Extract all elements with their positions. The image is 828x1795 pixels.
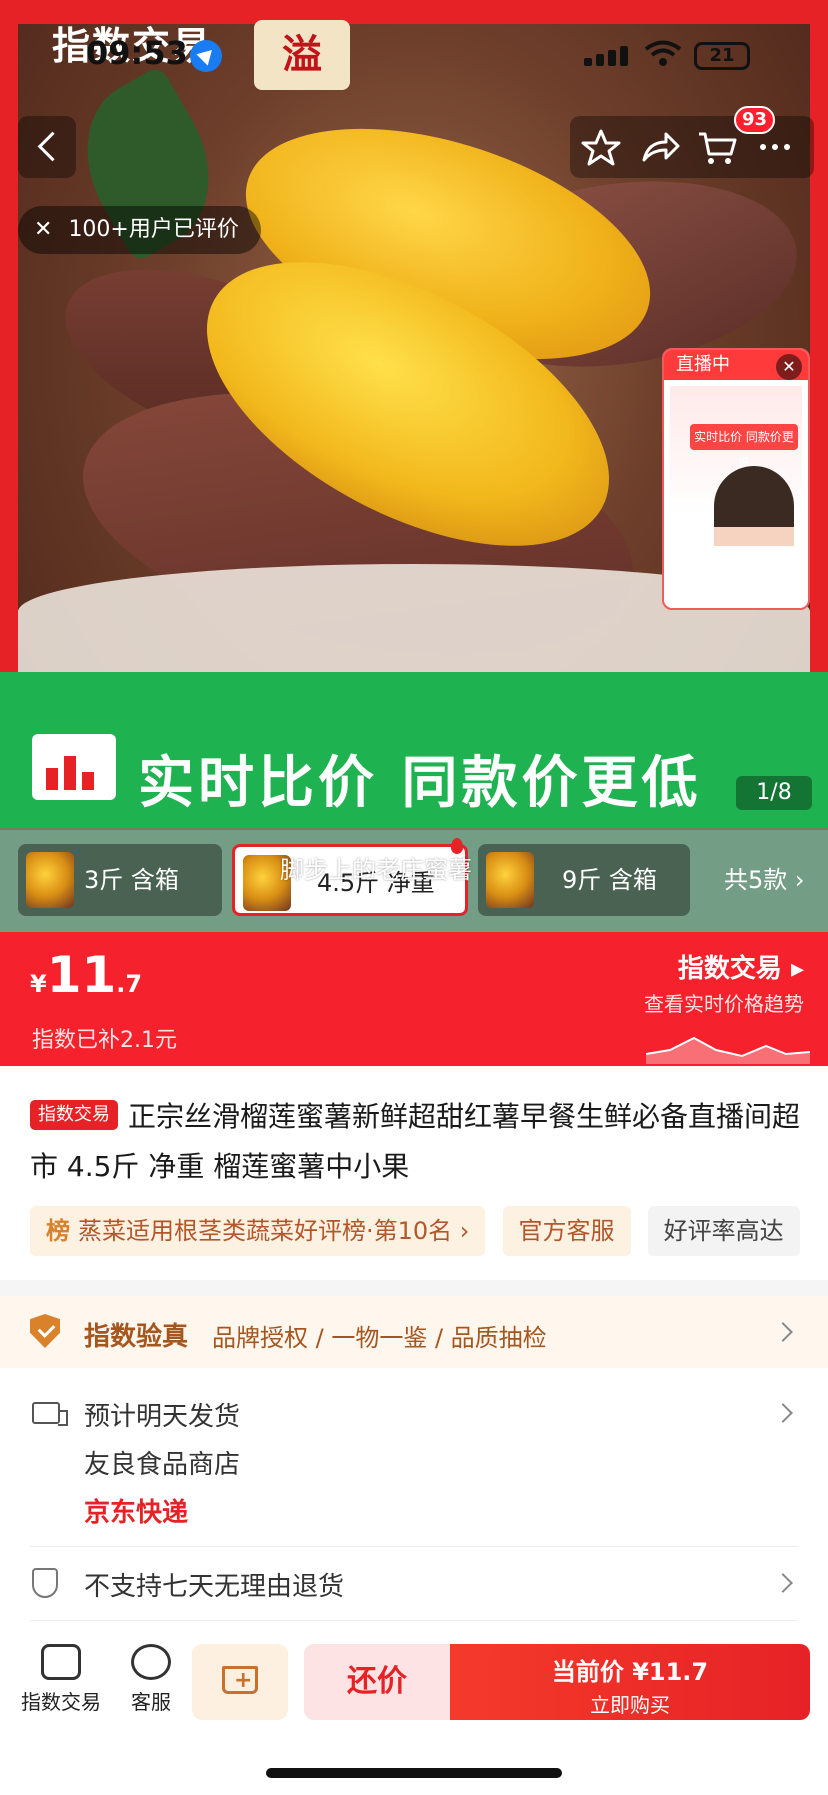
service-face-icon	[131, 1644, 171, 1680]
battery-icon: 21	[694, 42, 750, 70]
chevron-right-icon	[773, 1322, 793, 1342]
variant-option[interactable]: 9斤 含箱	[478, 844, 690, 916]
courier-name: 京东快递	[84, 1498, 189, 1528]
product-title-text: 正宗丝滑榴莲蜜薯新鲜超甜红薯早餐生鲜必备直播间超市 4.5斤 净重 榴莲蜜薯中小…	[30, 1100, 801, 1183]
chevron-right-icon	[773, 1403, 793, 1423]
status-time: 09:53	[86, 34, 188, 72]
divider	[30, 1546, 798, 1547]
customer-service-label: 客服	[131, 1690, 171, 1714]
bottom-action-bar: 指数交易 客服 + 还价 当前价 ¥11.7 立即购买	[0, 1628, 828, 1748]
star-icon[interactable]	[580, 126, 622, 168]
wifi-icon	[644, 40, 682, 66]
verify-row[interactable]: 指数验真 品牌授权 / 一物一鉴 / 品质抽检	[0, 1296, 828, 1368]
back-button[interactable]	[18, 116, 76, 178]
price-trend-sub[interactable]: 查看实时价格趋势	[644, 988, 804, 1017]
rating-tag[interactable]: 好评率高达	[647, 1206, 800, 1256]
variant-thumbnail	[486, 852, 534, 908]
image-page-counter: 1/8	[736, 776, 812, 810]
live-preview: 实时比价 同款价更低	[670, 386, 802, 608]
price-trend-chart	[646, 1036, 810, 1064]
ranking-text: 蒸菜适用根茎类蔬菜好评榜·第10名	[78, 1217, 453, 1245]
buy-price: 当前价 ¥11.7	[551, 1658, 709, 1686]
nav-actions	[570, 116, 814, 178]
section-separator	[0, 1280, 828, 1296]
live-host-avatar	[714, 466, 794, 608]
buy-label: 立即购买	[590, 1693, 670, 1717]
tag-row: 榜蒸菜适用根茎类蔬菜好评榜·第10名 › 官方客服 好评率高达	[30, 1206, 828, 1256]
store-icon	[41, 1644, 81, 1680]
variant-total-button[interactable]: 共5款 ›	[724, 844, 805, 916]
hero-image-area[interactable]: 指数交易 溢 09:53 21 93 ✕ 100+用户已评价 直播中 ✕ 实时比…	[0, 0, 828, 830]
index-trade-tab[interactable]: 指数交易	[16, 1644, 106, 1715]
live-sign: 实时比价 同款价更低	[690, 424, 798, 470]
reviews-text: 100+用户已评价	[68, 217, 239, 242]
live-stream-popup[interactable]: 直播中 ✕ 实时比价 同款价更低	[662, 348, 810, 610]
banner-text: 实时比价 同款价更低	[138, 751, 702, 816]
shipping-row[interactable]: 预计明天发货 友良食品商店 京东快递	[0, 1380, 828, 1540]
verify-title: 指数验真	[84, 1322, 189, 1352]
cellular-signal-icon	[584, 44, 634, 66]
cart-icon[interactable]	[696, 126, 738, 168]
chevron-right-icon	[773, 1573, 793, 1593]
divider	[30, 1620, 798, 1621]
verify-items: 品牌授权 / 一物一鉴 / 品质抽检	[212, 1324, 547, 1352]
price-trend-title: 指数交易	[677, 954, 782, 984]
customer-service-tab[interactable]: 客服	[106, 1644, 196, 1715]
brand-badge: 溢	[254, 20, 350, 90]
close-icon[interactable]: ✕	[34, 217, 52, 242]
price-compare-banner: 实时比价 同款价更低	[0, 672, 828, 828]
close-icon[interactable]: ✕	[776, 354, 802, 380]
price-currency: ¥	[30, 970, 47, 998]
bargain-button[interactable]: 还价	[304, 1644, 450, 1720]
price-band: ¥11.7 指数已补2.1元 指数交易 ▸ 查看实时价格趋势	[0, 932, 828, 1066]
index-trade-badge: 指数交易	[30, 1100, 118, 1130]
cart-count-badge: 93	[734, 106, 776, 134]
variant-total-label: 共5款	[724, 866, 788, 894]
shield-check-icon	[32, 1568, 58, 1598]
product-page: 指数交易 溢 09:53 21 93 ✕ 100+用户已评价 直播中 ✕ 实时比…	[0, 0, 828, 1795]
location-arrow-icon	[190, 40, 222, 72]
ranking-tag[interactable]: 榜蒸菜适用根茎类蔬菜好评榜·第10名 ›	[30, 1206, 486, 1256]
price-trend-link[interactable]: 指数交易 ▸	[678, 948, 804, 985]
verified-shield-icon	[30, 1314, 60, 1348]
add-to-cart-button[interactable]: +	[192, 1644, 288, 1720]
index-trade-label: 指数交易	[21, 1690, 101, 1714]
reviews-pill[interactable]: ✕ 100+用户已评价	[18, 206, 261, 254]
shop-name: 友良食品商店	[84, 1450, 241, 1480]
home-indicator	[266, 1768, 562, 1778]
variant-thumbnail	[26, 852, 74, 908]
price-integer: 11	[46, 946, 117, 1004]
overlay-caption: 脚步上的老庄蜜薯	[280, 856, 472, 884]
ship-estimate: 预计明天发货	[84, 1402, 241, 1432]
variant-option[interactable]: 3斤 含箱	[18, 844, 222, 916]
product-title: 指数交易 正宗丝滑榴莲蜜薯新鲜超甜红薯早餐生鲜必备直播间超市 4.5斤 净重 榴莲…	[30, 1092, 810, 1192]
ranking-prefix: 榜	[46, 1217, 70, 1245]
variant-label: 3斤 含箱	[84, 866, 179, 894]
return-policy-row[interactable]: 不支持七天无理由退货	[0, 1548, 828, 1618]
buy-now-button[interactable]: 当前价 ¥11.7 立即购买	[450, 1644, 810, 1720]
product-title-block: 指数交易 正宗丝滑榴莲蜜薯新鲜超甜红薯早餐生鲜必备直播间超市 4.5斤 净重 榴莲…	[30, 1092, 810, 1192]
official-service-tag[interactable]: 官方客服	[502, 1206, 631, 1256]
return-policy-text: 不支持七天无理由退货	[84, 1572, 345, 1602]
index-logo-icon	[32, 734, 116, 800]
truck-icon	[32, 1402, 68, 1426]
price-decimal: .7	[116, 970, 143, 998]
price: ¥11.7	[30, 946, 142, 1004]
subsidy-text: 指数已补2.1元	[32, 1028, 177, 1053]
share-icon[interactable]	[638, 126, 680, 168]
variant-label: 9斤 含箱	[562, 866, 657, 894]
